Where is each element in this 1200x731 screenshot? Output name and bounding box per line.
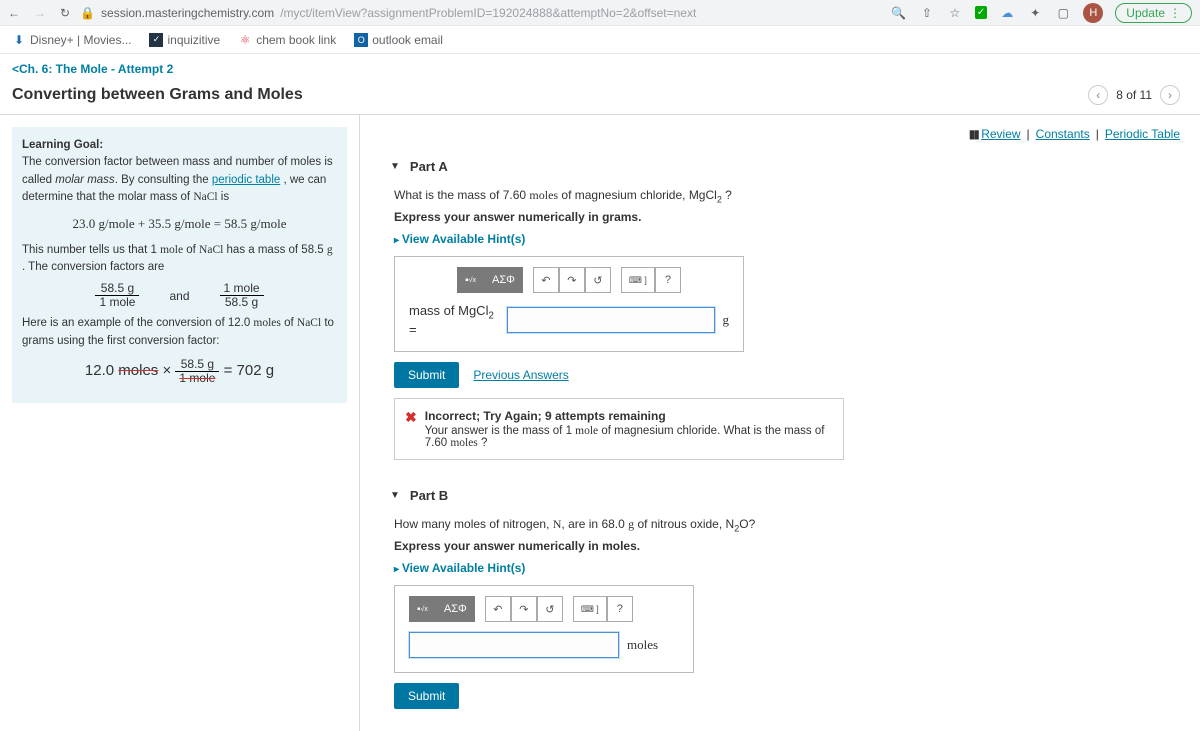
part-a-hints-link[interactable]: View Available Hint(s): [394, 232, 1180, 246]
cloud-icon[interactable]: ☁: [999, 5, 1015, 21]
greek-button-b[interactable]: ΑΣΦ: [436, 596, 475, 622]
extension-check-icon[interactable]: ✓: [975, 6, 987, 19]
constants-link[interactable]: Constants: [1036, 127, 1090, 141]
part-b-question: How many moles of nitrogen, N, are in 68…: [394, 517, 1180, 533]
undo-button-b[interactable]: ↶: [485, 596, 511, 622]
part-b-input[interactable]: [409, 632, 619, 658]
reset-button[interactable]: ↺: [585, 267, 611, 293]
part-a-instruct: Express your answer numerically in grams…: [394, 210, 1180, 224]
reset-button-b[interactable]: ↺: [537, 596, 563, 622]
main: ▮▮ Review| Constants| Periodic Table ▼ P…: [360, 115, 1200, 731]
incorrect-icon: ✖: [405, 409, 417, 426]
bookmark-inquizitive[interactable]: ✓inquizitive: [149, 33, 220, 47]
part-a-question: What is the mass of 7.60 moles of magnes…: [394, 188, 1180, 204]
templates-button-b[interactable]: ▪√x: [409, 596, 436, 622]
part-b-toolbar: ▪√x ΑΣΦ ↶ ↷ ↺ ⌨ ] ?: [409, 596, 679, 622]
bookmarks-bar: ⬇Disney+ | Movies... ✓inquizitive ⚛chem …: [0, 26, 1200, 54]
browser-right-icons: 🔍 ⇧ ☆ ✓ ☁ ✦ ▢ H Update ⋮: [891, 3, 1192, 23]
lock-icon: 🔒: [80, 6, 95, 20]
pager: ‹ 8 of 11 ›: [1088, 85, 1180, 105]
tools-row: ▮▮ Review| Constants| Periodic Table: [390, 127, 1180, 141]
redo-button-b[interactable]: ↷: [511, 596, 537, 622]
update-button[interactable]: Update ⋮: [1115, 3, 1192, 23]
part-a-unit: g: [723, 312, 730, 328]
part-a-toolbar: ▪√x ΑΣΦ ↶ ↷ ↺ ⌨ ] ?: [409, 267, 729, 293]
address-bar[interactable]: 🔒 session.masteringchemistry.com/myct/it…: [80, 6, 881, 20]
part-b-instruct: Express your answer numerically in moles…: [394, 539, 1180, 553]
feedback-message: Your answer is the mass of 1 mole of mag…: [425, 425, 833, 449]
caret-down-icon: ▼: [390, 490, 400, 501]
reload-button[interactable]: ↻: [60, 6, 70, 20]
bookmark-outlook[interactable]: Ooutlook email: [354, 33, 443, 47]
pager-text: 8 of 11: [1116, 88, 1152, 102]
part-a-input[interactable]: [507, 307, 714, 333]
eq-example: 12.0 moles × 58.5 g1 mole = 702 g: [22, 358, 337, 385]
part-b-input-row: moles: [409, 632, 679, 658]
bookmark-disney[interactable]: ⬇Disney+ | Movies...: [12, 33, 131, 47]
feedback-title: Incorrect; Try Again; 9 attempts remaini…: [425, 409, 833, 423]
browser-chrome-bar: ← → ↻ 🔒 session.masteringchemistry.com/m…: [0, 0, 1200, 26]
url-host: session.masteringchemistry.com: [101, 6, 274, 20]
puzzle-icon[interactable]: ✦: [1027, 5, 1043, 21]
pager-prev-button[interactable]: ‹: [1088, 85, 1108, 105]
star-icon[interactable]: ☆: [947, 5, 963, 21]
greek-button[interactable]: ΑΣΦ: [484, 267, 523, 293]
breadcrumb-link[interactable]: <Ch. 6: The Mole - Attempt 2: [12, 62, 173, 76]
part-b-hints-link[interactable]: View Available Hint(s): [394, 561, 1180, 575]
share-icon[interactable]: ⇧: [919, 5, 935, 21]
page-title: Converting between Grams and Moles: [0, 84, 315, 114]
redo-button[interactable]: ↷: [559, 267, 585, 293]
part-a-submit-row: Submit Previous Answers: [394, 362, 1180, 388]
forward-button[interactable]: →: [34, 6, 46, 20]
conversion-factors: 58.5 g1 mole and 1 mole58.5 g: [22, 282, 337, 309]
part-a-lhs: mass of MgCl2 =: [409, 303, 499, 337]
url-path: /myct/itemView?assignmentProblemID=19202…: [280, 6, 696, 20]
periodic-table-link[interactable]: periodic table: [212, 174, 280, 186]
window-icon[interactable]: ▢: [1055, 5, 1071, 21]
part-b-body: How many moles of nitrogen, N, are in 68…: [390, 517, 1180, 709]
review-link[interactable]: ▮▮ Review: [969, 127, 1021, 141]
bookmark-chem[interactable]: ⚛chem book link: [238, 33, 336, 47]
templates-button[interactable]: ▪√x: [457, 267, 484, 293]
keyboard-button-b[interactable]: ⌨ ]: [573, 596, 607, 622]
part-a-header[interactable]: ▼ Part A: [390, 151, 1180, 182]
part-a-feedback: ✖ Incorrect; Try Again; 9 attempts remai…: [394, 398, 844, 460]
part-a-submit-button[interactable]: Submit: [394, 362, 459, 388]
pager-next-button[interactable]: ›: [1160, 85, 1180, 105]
help-button-b[interactable]: ?: [607, 596, 633, 622]
part-a-answer-box: ▪√x ΑΣΦ ↶ ↷ ↺ ⌨ ] ? mass of MgCl2 = g: [394, 256, 744, 352]
search-icon[interactable]: 🔍: [891, 5, 907, 21]
undo-button[interactable]: ↶: [533, 267, 559, 293]
part-a-previous-answers-link[interactable]: Previous Answers: [473, 368, 568, 382]
sidebar: Learning Goal: The conversion factor bet…: [0, 115, 360, 731]
part-b-answer-box: ▪√x ΑΣΦ ↶ ↷ ↺ ⌨ ] ? moles: [394, 585, 694, 673]
part-b-submit-button[interactable]: Submit: [394, 683, 459, 709]
nav-buttons: ← → ↻: [8, 6, 70, 20]
caret-down-icon: ▼: [390, 161, 400, 172]
eq-molar-mass: 23.0 g/mole + 35.5 g/mole = 58.5 g/mole: [22, 214, 337, 234]
part-b-header[interactable]: ▼ Part B: [390, 480, 1180, 511]
help-button[interactable]: ?: [655, 267, 681, 293]
back-button[interactable]: ←: [8, 6, 20, 20]
learning-heading: Learning Goal:: [22, 139, 103, 151]
learning-goal-box: Learning Goal: The conversion factor bet…: [12, 127, 347, 403]
part-b-submit-row: Submit: [394, 683, 1180, 709]
profile-avatar[interactable]: H: [1083, 3, 1103, 23]
keyboard-button[interactable]: ⌨ ]: [621, 267, 655, 293]
part-b-unit: moles: [627, 637, 658, 653]
page-content: <Ch. 6: The Mole - Attempt 2 Converting …: [0, 54, 1200, 731]
part-a-input-row: mass of MgCl2 = g: [409, 303, 729, 337]
part-a-body: What is the mass of 7.60 moles of magnes…: [390, 188, 1180, 460]
periodic-table-link-top[interactable]: Periodic Table: [1105, 127, 1180, 141]
